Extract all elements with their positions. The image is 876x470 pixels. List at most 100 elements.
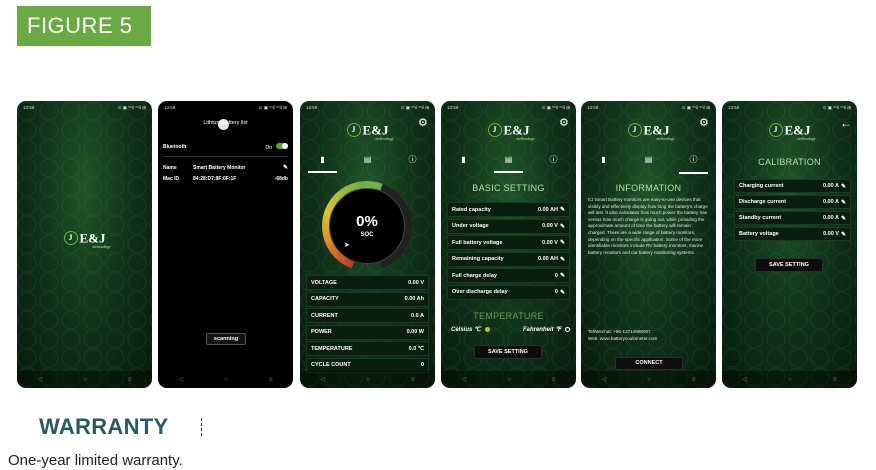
row-value-group: 0 ✎ <box>555 289 565 296</box>
ej-logo: J E&J technology <box>17 229 152 249</box>
fahrenheit-radio[interactable] <box>565 326 570 332</box>
nav-recents-icon[interactable]: ≡ <box>128 377 132 383</box>
row-label: Full battery voltage <box>452 239 503 246</box>
row-value: 0.00 W <box>406 329 424 335</box>
tab-battery[interactable]: ▮ <box>581 155 626 168</box>
tab-bar: ▮ ▤ ⓘ <box>441 151 576 173</box>
nav-back-icon[interactable]: ◁ <box>462 376 467 383</box>
info-icon: ⓘ <box>549 154 558 164</box>
row-value-group: 0.00 AH ✎ <box>538 256 565 263</box>
setting-row[interactable]: Full charge delay 0 ✎ <box>447 268 570 283</box>
row-value-group: 0.00 V <box>408 280 424 286</box>
pencil-icon[interactable]: ✎ <box>560 272 565 279</box>
nav-back-icon[interactable]: ◁ <box>602 376 607 383</box>
save-setting-button[interactable]: SAVE SETTING <box>474 345 542 359</box>
row-value: 0.0 A <box>411 312 424 319</box>
row-value: 0.00 A <box>822 199 839 205</box>
row-value: 0.0 ℃ <box>408 345 424 352</box>
status-bar: 13:59 ⊙ ▣ ⁵⁵il ⁵⁵il ⊞ <box>587 105 710 113</box>
row-value: 0.00 AH <box>537 256 558 262</box>
status-icons: ⊙ ▣ ⁵⁵il ⁵⁵il ⊞ <box>117 105 146 110</box>
bluetooth-toggle[interactable] <box>276 143 288 149</box>
nav-home-icon[interactable]: ○ <box>224 377 228 383</box>
nav-back-icon[interactable]: ◁ <box>743 376 748 383</box>
pencil-icon[interactable]: ✎ <box>560 206 565 213</box>
pencil-icon[interactable]: ✎ <box>560 239 565 246</box>
setting-row[interactable]: Full battery voltage 0.00 V ✎ <box>447 235 570 250</box>
info-icon: ⓘ <box>689 154 698 164</box>
pencil-icon[interactable]: ✎ <box>560 289 565 296</box>
nav-home-icon[interactable]: ○ <box>788 377 792 383</box>
nav-back-icon[interactable]: ◁ <box>38 376 43 383</box>
information-title: INFORMATION <box>615 183 682 193</box>
setting-row[interactable]: Charging current 0.00 A ✎ <box>734 179 851 193</box>
soc-gauge: 0% SOC ➤ <box>322 181 412 271</box>
setting-row[interactable]: Under voltage 0.00 V ✎ <box>447 218 570 234</box>
pencil-icon[interactable]: ✎ <box>841 199 846 206</box>
nav-home-icon[interactable]: ○ <box>366 377 370 383</box>
tab-info[interactable]: ⓘ <box>390 154 435 169</box>
setting-row[interactable]: Standby current 0.00 A ✎ <box>734 211 851 225</box>
row-value-group: 0.00 A ✎ <box>823 199 846 206</box>
row-label: POWER <box>311 329 332 335</box>
pencil-icon[interactable]: ✎ <box>560 256 565 263</box>
setting-row[interactable]: Battery voltage 0.00 V ✎ <box>734 227 851 241</box>
ej-logo: J E&J technology <box>300 121 435 141</box>
bluetooth-toggle-group[interactable]: On <box>265 143 288 151</box>
figure-label: FIGURE 5 <box>17 6 151 46</box>
connect-button[interactable]: CONNECT <box>615 357 683 370</box>
row-value-group: 0.0 A <box>411 313 424 319</box>
pencil-icon[interactable]: ✎ <box>560 223 565 230</box>
contact-web: Web: www.batterycoulometer.com <box>588 336 658 341</box>
nav-recents-icon[interactable]: ≡ <box>411 377 415 383</box>
nav-recents-icon[interactable]: ≡ <box>833 377 837 383</box>
ej-logo: J E&J technology <box>722 121 857 141</box>
ej-logo: J E&J technology <box>581 121 716 141</box>
scanning-button[interactable]: scanning <box>206 333 246 345</box>
nav-back-icon[interactable]: ◁ <box>321 376 326 383</box>
celsius-option[interactable]: Celsius ℃ <box>451 326 490 333</box>
basic-setting-title: BASIC SETTING <box>472 183 545 193</box>
tab-battery[interactable]: ▮ <box>300 155 345 173</box>
back-arrow-icon[interactable]: ← <box>840 117 852 129</box>
gear-icon[interactable]: ⚙ <box>559 118 570 129</box>
temperature-unit-row: Celsius ℃ Fahrenheit ℉ <box>451 326 570 333</box>
android-nav-bar: ◁ ○ ≡ <box>17 371 152 388</box>
calibration-list: Charging current 0.00 A ✎ Discharge current… <box>734 179 851 243</box>
setting-row[interactable]: Over discharge delay 0 ✎ <box>447 284 570 300</box>
warranty-heading: WARRANTY <box>39 414 169 439</box>
setting-row[interactable]: Discharge current 0.00 A ✎ <box>734 195 851 209</box>
tab-settings[interactable]: ▤ <box>626 155 671 168</box>
device-mac-row[interactable]: Mac ID 84:28:D7:8F:0F:1F -68db <box>163 176 288 182</box>
gear-icon[interactable]: ⚙ <box>418 118 429 129</box>
setting-row[interactable]: Rated capacity 0.00 AH ✎ <box>447 202 570 217</box>
row-value-group: 0.00 V ✎ <box>823 231 846 238</box>
tab-bar: ▮ ▤ ⓘ <box>581 151 716 174</box>
save-setting-button[interactable]: SAVE SETTING <box>755 258 823 272</box>
gear-icon[interactable]: ⚙ <box>699 118 710 129</box>
pencil-icon[interactable]: ✎ <box>841 215 846 222</box>
nav-recents-icon[interactable]: ≡ <box>552 377 556 383</box>
nav-home-icon[interactable]: ○ <box>647 377 651 383</box>
nav-home-icon[interactable]: ○ <box>83 377 87 383</box>
tab-info[interactable]: ⓘ <box>671 154 716 174</box>
device-name-row[interactable]: Name Smart Battery Monitor ✎ <box>163 164 288 172</box>
pencil-icon[interactable]: ✎ <box>283 164 288 171</box>
fahrenheit-option[interactable]: Fahrenheit ℉ <box>523 326 570 333</box>
celsius-radio-selected[interactable] <box>484 326 490 332</box>
nav-recents-icon[interactable]: ≡ <box>269 377 273 383</box>
tab-info[interactable]: ⓘ <box>531 154 576 169</box>
setting-row[interactable]: Remaining capacity 0.00 AH ✎ <box>447 251 570 267</box>
tab-settings[interactable]: ▤ <box>345 155 390 168</box>
list-icon: ▤ <box>363 154 372 164</box>
name-key: Name <box>163 164 177 171</box>
tab-battery[interactable]: ▮ <box>441 155 486 168</box>
pencil-icon[interactable]: ✎ <box>841 183 846 190</box>
nav-recents-icon[interactable]: ≡ <box>692 377 696 383</box>
ej-logo-mark: J <box>63 231 78 246</box>
tab-settings[interactable]: ▤ <box>486 155 531 173</box>
pencil-icon[interactable]: ✎ <box>841 231 846 238</box>
nav-back-icon[interactable]: ◁ <box>179 376 184 383</box>
nav-home-icon[interactable]: ○ <box>507 377 511 383</box>
bluetooth-row: Bluetooth On <box>163 143 288 151</box>
